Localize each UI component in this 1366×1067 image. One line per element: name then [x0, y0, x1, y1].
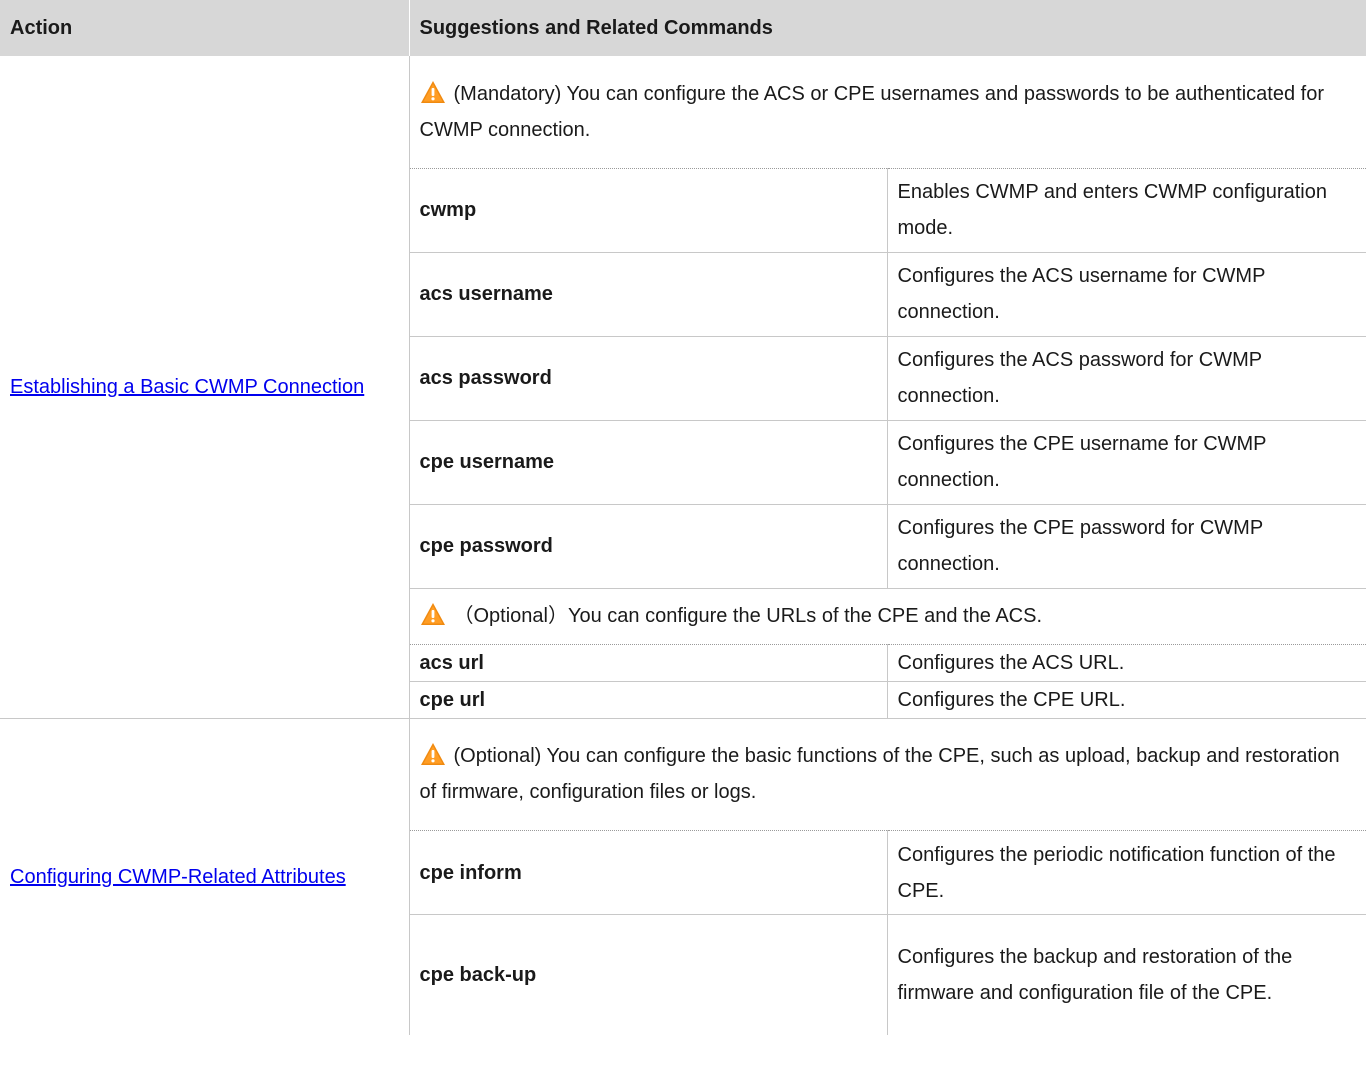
action-link-establishing-basic-cwmp-connection[interactable]: Establishing a Basic CWMP Connection	[10, 376, 364, 398]
description-cell: Configures the CPE password for CWMP con…	[887, 504, 1366, 589]
description-cell: Configures the ACS URL.	[887, 644, 1366, 682]
table-header-row: Action Suggestions and Related Commands	[0, 0, 1366, 56]
header-suggestions: Suggestions and Related Commands	[409, 0, 1366, 56]
command-cell: acs username	[409, 252, 888, 337]
table-row: Establishing a Basic CWMP Connection (Ma…	[0, 56, 1366, 719]
note-cell: （Optional）You can configure the URLs of …	[409, 588, 1366, 645]
description-cell: Configures the periodic notification fun…	[887, 830, 1366, 915]
action-cell: Establishing a Basic CWMP Connection	[0, 56, 410, 719]
description-cell: Configures the CPE username for CWMP con…	[887, 420, 1366, 505]
command-cell: cpe back-up	[409, 914, 888, 1035]
description-cell: Enables CWMP and enters CWMP configurati…	[887, 168, 1366, 253]
note-cell: (Optional) You can configure the basic f…	[409, 718, 1366, 831]
action-cell: Configuring CWMP-Related Attributes	[0, 718, 410, 1035]
warning-triangle-icon	[420, 602, 446, 626]
command-cell: cpe username	[409, 420, 888, 505]
command-cell: cpe inform	[409, 830, 888, 915]
command-cell: cwmp	[409, 168, 888, 253]
table-row: Configuring CWMP-Related Attributes (Opt…	[0, 718, 1366, 1035]
note-text: （Optional）You can configure the URLs of …	[453, 605, 1043, 627]
configuration-table: Action Suggestions and Related Commands …	[0, 0, 1366, 1035]
description-cell: Configures the backup and restoration of…	[897, 945, 1293, 1004]
warning-triangle-icon	[420, 742, 446, 766]
note-text: (Optional) You can configure the basic f…	[419, 745, 1340, 804]
description-cell: Configures the CPE URL.	[887, 681, 1366, 719]
note-text: (Mandatory) You can configure the ACS or…	[419, 82, 1325, 141]
warning-triangle-icon	[420, 80, 446, 104]
action-link-configuring-cwmp-related-attributes[interactable]: Configuring CWMP-Related Attributes	[10, 866, 346, 888]
description-cell: Configures the ACS password for CWMP con…	[887, 336, 1366, 421]
header-action: Action	[0, 0, 410, 56]
command-cell: acs url	[409, 644, 888, 682]
command-cell: acs password	[409, 336, 888, 421]
note-cell: (Mandatory) You can configure the ACS or…	[409, 56, 1366, 169]
command-cell: cpe password	[409, 504, 888, 589]
description-cell: Configures the ACS username for CWMP con…	[887, 252, 1366, 337]
command-cell: cpe url	[409, 681, 888, 719]
